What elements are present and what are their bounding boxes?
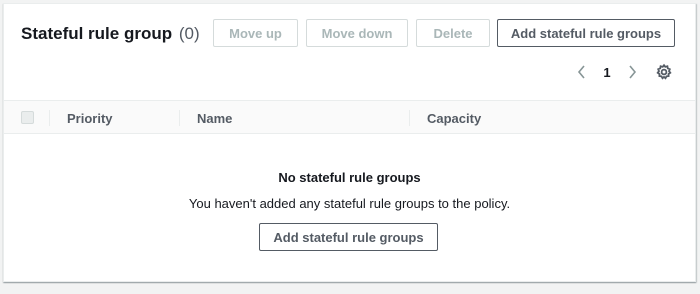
select-all-checkbox[interactable] [21,111,34,124]
empty-state-title: No stateful rule groups [278,170,421,185]
delete-button[interactable]: Delete [416,19,490,47]
empty-state-add-button[interactable]: Add stateful rule groups [259,223,438,251]
title-count: (0) [178,24,200,43]
gear-icon[interactable] [655,63,673,81]
stateful-rule-group-panel: Stateful rule group (0) Move up Move dow… [3,3,696,282]
add-stateful-rule-groups-button[interactable]: Add stateful rule groups [497,19,675,47]
panel-header: Stateful rule group (0) Move up Move dow… [4,4,695,100]
page-title: Stateful rule group (0) [21,24,200,44]
column-header-capacity[interactable]: Capacity [427,101,481,135]
pagination: 1 [571,61,643,83]
chevron-left-icon[interactable] [571,61,593,83]
column-divider [179,110,180,126]
column-divider [49,110,50,126]
title-text: Stateful rule group [21,24,173,43]
table-header: Priority Name Capacity [4,100,695,134]
column-header-priority[interactable]: Priority [67,101,113,135]
column-header-name[interactable]: Name [197,101,232,135]
column-divider [409,110,410,126]
chevron-right-icon[interactable] [621,61,643,83]
current-page-number[interactable]: 1 [593,65,621,80]
move-up-button[interactable]: Move up [213,19,298,47]
empty-state-description: You haven't added any stateful rule grou… [188,196,511,211]
move-down-button[interactable]: Move down [306,19,408,47]
